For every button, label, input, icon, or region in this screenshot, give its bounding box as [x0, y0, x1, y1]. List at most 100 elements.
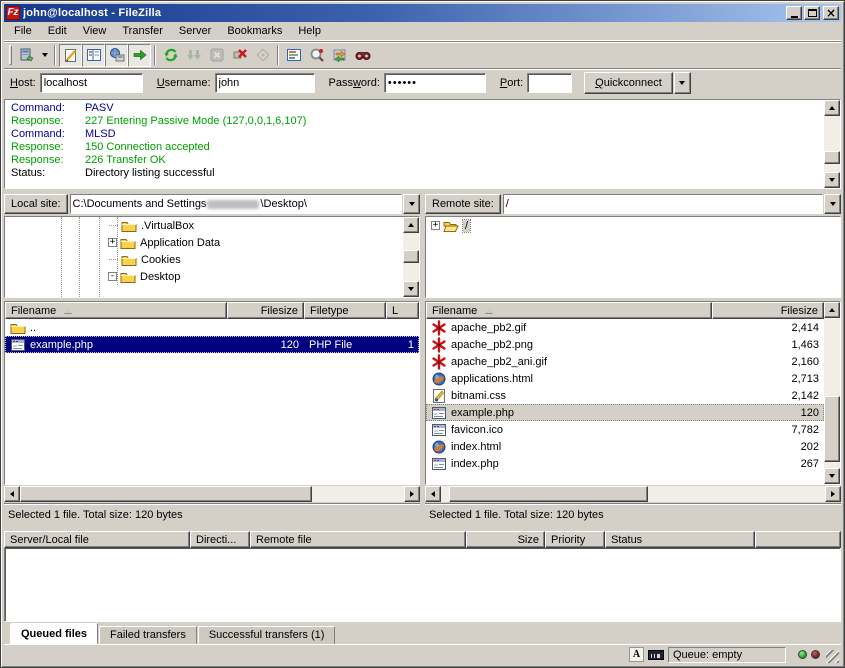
- file-row[interactable]: apache_pb2.png 1,463: [426, 336, 824, 353]
- menu-file[interactable]: File: [6, 23, 40, 40]
- host-input[interactable]: [40, 73, 143, 93]
- scroll-left-button[interactable]: [4, 486, 20, 502]
- quickconnect-dropdown[interactable]: [674, 72, 691, 94]
- tree-item-cookies[interactable]: Cookies: [5, 251, 403, 268]
- site-manager-dropdown[interactable]: [38, 45, 51, 66]
- local-site-dropdown[interactable]: [403, 194, 420, 214]
- menu-view[interactable]: View: [75, 23, 115, 40]
- column-header-status[interactable]: Status: [605, 531, 755, 548]
- menu-bookmarks[interactable]: Bookmarks: [219, 23, 290, 40]
- folder-icon: [121, 252, 137, 268]
- scrollbar-thumb[interactable]: [824, 396, 840, 462]
- column-header-priority[interactable]: Priority: [545, 531, 605, 548]
- port-input[interactable]: [527, 73, 572, 93]
- local-file-list: Filename Filesize Filetype L .. example.…: [4, 301, 420, 485]
- menu-help[interactable]: Help: [290, 23, 329, 40]
- local-tree-scrollbar[interactable]: [403, 217, 419, 297]
- speed-limit-icon[interactable]: [648, 650, 664, 660]
- maximize-button[interactable]: [804, 6, 820, 20]
- password-input[interactable]: [384, 73, 486, 93]
- tree-item-root[interactable]: + /: [426, 217, 840, 234]
- column-header-filename[interactable]: Filename: [426, 302, 712, 319]
- local-horizontal-scrollbar[interactable]: [4, 486, 420, 502]
- column-header-size[interactable]: Size: [466, 531, 545, 548]
- column-header-server-local-file[interactable]: Server/Local file: [4, 531, 190, 548]
- toolbar-grip[interactable]: [9, 45, 12, 65]
- file-row[interactable]: bitnami.css 2,142: [426, 387, 824, 404]
- file-row-example-php[interactable]: example.php 120 PHP File 1: [5, 336, 419, 353]
- tree-item-desktop[interactable]: - Desktop: [5, 268, 403, 285]
- tree-collapse-icon[interactable]: -: [108, 272, 117, 281]
- disconnect-button[interactable]: [228, 44, 251, 67]
- synchronized-browsing-button[interactable]: [328, 44, 351, 67]
- toggle-transfer-queue-button[interactable]: [128, 44, 151, 67]
- close-button[interactable]: ×: [823, 6, 839, 20]
- message-log-icon: [63, 47, 79, 63]
- menu-edit[interactable]: Edit: [40, 23, 75, 40]
- scrollbar-thumb[interactable]: [449, 486, 649, 502]
- menu-transfer[interactable]: Transfer: [114, 23, 171, 40]
- scroll-down-button[interactable]: [824, 468, 840, 484]
- file-row[interactable]: index.php 267: [426, 455, 824, 472]
- quickconnect-button[interactable]: Quickconnect: [584, 72, 673, 94]
- data-type-indicator-icon[interactable]: A: [629, 647, 644, 662]
- minimize-button[interactable]: [786, 6, 802, 20]
- tree-item-virtualbox[interactable]: .VirtualBox: [5, 217, 403, 234]
- username-input[interactable]: [215, 73, 315, 93]
- file-row[interactable]: apache_pb2.gif 2,414: [426, 319, 824, 336]
- scrollbar-thumb[interactable]: [20, 486, 312, 502]
- file-row[interactable]: index.html 202: [426, 438, 824, 455]
- file-row-example-php[interactable]: example.php 120: [426, 404, 824, 421]
- scroll-up-button[interactable]: [403, 217, 419, 233]
- toggle-message-log-button[interactable]: [59, 44, 82, 67]
- column-header-filetype[interactable]: Filetype: [304, 302, 386, 319]
- column-header-filename[interactable]: Filename: [5, 302, 227, 319]
- menu-server[interactable]: Server: [171, 23, 219, 40]
- find-files-button[interactable]: [351, 44, 374, 67]
- toggle-local-tree-button[interactable]: [82, 44, 105, 67]
- file-row[interactable]: applications.html 2,713: [426, 370, 824, 387]
- column-header-filesize[interactable]: Filesize: [712, 302, 824, 319]
- remote-tree: + /: [425, 216, 841, 298]
- menu-bar: File Edit View Transfer Server Bookmarks…: [4, 22, 841, 41]
- file-row[interactable]: favicon.ico 7,782: [426, 421, 824, 438]
- php-file-icon: [10, 337, 26, 353]
- scrollbar-thumb[interactable]: [824, 151, 840, 164]
- activity-led-green: [798, 650, 807, 659]
- site-manager-button[interactable]: [15, 44, 38, 67]
- directory-comparison-button[interactable]: [305, 44, 328, 67]
- column-header-filesize[interactable]: Filesize: [227, 302, 304, 319]
- title-bar[interactable]: Fz john@localhost - FileZilla ×: [4, 4, 841, 22]
- toggle-remote-tree-button[interactable]: [105, 44, 128, 67]
- maximize-icon: [808, 9, 817, 17]
- scroll-down-button[interactable]: [403, 281, 419, 297]
- directory-listing-filters-button[interactable]: [282, 44, 305, 67]
- scroll-left-button[interactable]: [425, 486, 441, 502]
- file-row[interactable]: apache_pb2_ani.gif 2,160: [426, 353, 824, 370]
- scroll-right-button[interactable]: [404, 486, 420, 502]
- scroll-down-button[interactable]: [824, 172, 840, 188]
- tab-successful-transfers[interactable]: Successful transfers (1): [198, 626, 336, 644]
- log-scrollbar[interactable]: [824, 100, 840, 188]
- remote-list-scrollbar[interactable]: [824, 302, 840, 484]
- remote-horizontal-scrollbar[interactable]: [425, 486, 841, 502]
- column-header-direction[interactable]: Directi...: [190, 531, 250, 548]
- scroll-up-button[interactable]: [824, 100, 840, 116]
- column-header-remote-file[interactable]: Remote file: [250, 531, 466, 548]
- local-tree: .VirtualBox + Application Data Cookies -: [4, 216, 420, 298]
- refresh-button[interactable]: [159, 44, 182, 67]
- resize-grip[interactable]: [826, 650, 839, 663]
- tree-item-application-data[interactable]: + Application Data: [5, 234, 403, 251]
- file-row-parent-dir[interactable]: ..: [5, 319, 419, 336]
- tab-queued-files[interactable]: Queued files: [10, 623, 98, 644]
- scroll-up-button[interactable]: [824, 302, 840, 318]
- scroll-right-button[interactable]: [825, 486, 841, 502]
- tree-expand-icon[interactable]: +: [108, 238, 117, 247]
- remote-site-dropdown[interactable]: [824, 194, 841, 214]
- scrollbar-thumb[interactable]: [403, 250, 419, 262]
- tree-expand-icon[interactable]: +: [431, 221, 440, 230]
- local-site-combo[interactable]: C:\Documents and Settings\Desktop\: [70, 194, 402, 214]
- tab-failed-transfers[interactable]: Failed transfers: [99, 626, 197, 644]
- remote-site-combo[interactable]: /: [503, 194, 823, 214]
- column-header-lastmodified[interactable]: L: [386, 302, 419, 319]
